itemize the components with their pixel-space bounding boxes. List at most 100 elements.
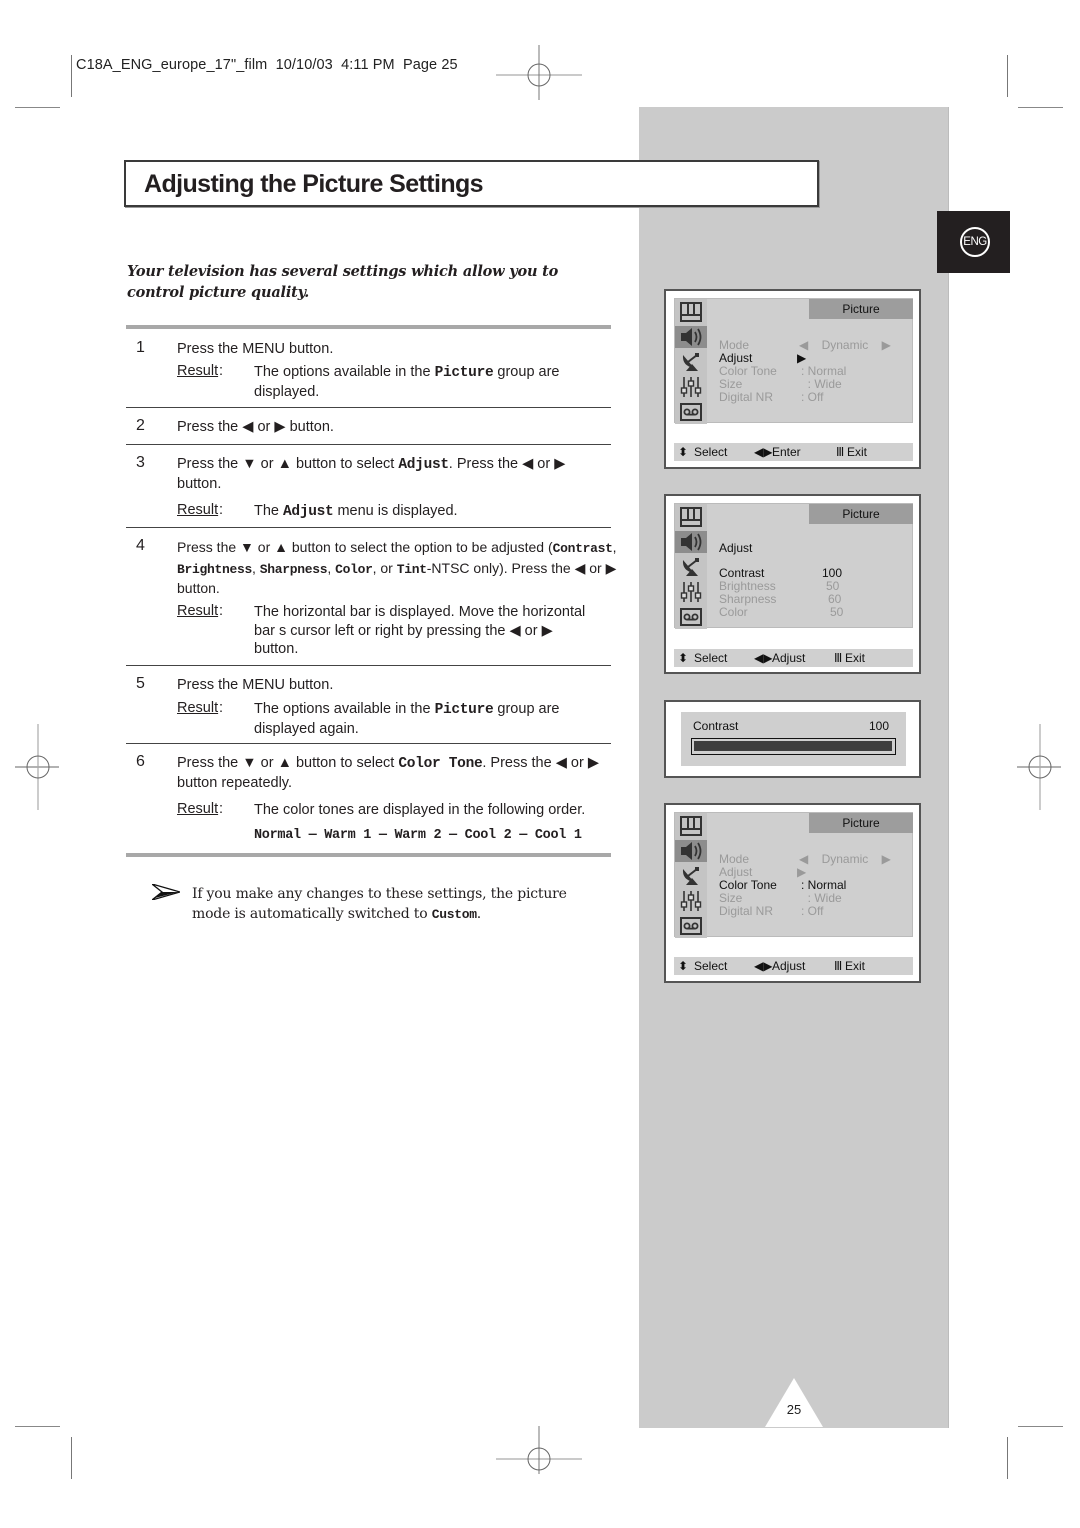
sound-icon — [675, 531, 707, 553]
osd-panel: Picture Mode ◀ Dynamic ▶ Adjust ▶ Color … — [674, 298, 913, 424]
up-arrow-icon: ▲ — [277, 755, 292, 771]
osd-footer-select: Select — [694, 445, 728, 459]
step-number: 6 — [136, 753, 145, 770]
setup-icon — [678, 376, 704, 398]
step-result: The color tones are displayed in the fol… — [254, 802, 586, 818]
crop-mark — [1007, 1437, 1008, 1479]
page-number: 25 — [786, 1402, 802, 1417]
channel-icon — [678, 865, 704, 887]
osd-tab-picture: Picture — [809, 299, 913, 319]
setup-icon — [678, 581, 704, 603]
osd-icon-column — [675, 299, 707, 424]
page-title: Adjusting the Picture Settings — [144, 170, 484, 198]
picture-icon — [678, 301, 704, 323]
osd-footer: ⬍ Select ◀▶ Adjust Ⅲ Exit — [674, 957, 913, 975]
right-arrow-icon: ▶ — [587, 755, 599, 771]
menu-icon: Ⅲ — [834, 959, 843, 973]
osd-icon-column — [675, 504, 707, 629]
osd-bar-panel: Contrast 100 — [681, 712, 906, 766]
crop-mark — [15, 107, 60, 108]
crop-mark — [71, 1437, 72, 1479]
osd-contrast-bar: Contrast 100 — [664, 700, 921, 778]
language-badge: ENG — [937, 211, 1010, 273]
osd-screen-main-menu: Picture Mode ◀ Dynamic ▶ Adjust ▶ Color … — [664, 289, 921, 469]
osd-item-mode-value: ◀ Dynamic ▶ — [799, 338, 891, 352]
input-icon — [678, 915, 704, 937]
input-icon — [678, 401, 704, 423]
right-arrow-icon: ▶ — [541, 622, 553, 639]
osd-screen-adjust-menu: Picture Adjust Contrast 100 Brightness 5… — [664, 494, 921, 674]
osd-tab-picture: Picture — [809, 504, 913, 524]
leftright-arrow-icon: ◀▶ — [754, 651, 773, 665]
osd-footer-select: Select — [694, 651, 728, 665]
up-arrow-icon: ▲ — [274, 539, 288, 555]
step-instruction: Press the ▼ or ▲ button to select Color … — [177, 755, 599, 791]
step-result: The options available in the Picture gro… — [254, 701, 560, 737]
contrast-slider[interactable] — [691, 738, 896, 755]
language-label: ENG — [960, 227, 990, 257]
crop-mark — [1018, 1426, 1063, 1427]
step-instruction: Press the ▼ or ▲ button to select Adjust… — [177, 456, 566, 492]
step-result: The options available in the Picture gro… — [254, 364, 560, 400]
result-label: Result — [177, 801, 219, 817]
down-arrow-icon: ▼ — [242, 456, 257, 472]
up-arrow-icon: ▲ — [277, 456, 292, 472]
right-arrow-icon: ▶ — [605, 559, 617, 576]
osd-footer-select: Select — [694, 959, 728, 973]
print-slug: C18A_ENG_europe_17"_film 10/10/03 4:11 P… — [76, 57, 458, 73]
osd-footer-exit: Exit — [847, 445, 868, 459]
crop-mark — [71, 55, 72, 97]
osd-item-digital-nr: Digital NR — [719, 390, 774, 404]
osd-item-digital-nr: Digital NR — [719, 904, 774, 918]
down-arrow-icon: ▼ — [240, 539, 254, 555]
step-number: 5 — [136, 675, 145, 692]
osd-footer-action: Adjust — [772, 651, 806, 665]
left-arrow-icon: ◀ — [242, 419, 254, 435]
step-number: 3 — [136, 454, 145, 471]
osd-footer-action: Adjust — [772, 959, 806, 973]
sound-icon — [675, 840, 707, 862]
channel-icon — [678, 351, 704, 373]
osd-item-color: Color — [719, 605, 748, 619]
result-label: Result — [177, 363, 219, 379]
step-number: 1 — [136, 339, 145, 356]
result-label: Result — [177, 603, 219, 619]
leftright-arrow-icon: ◀▶ — [754, 445, 773, 459]
osd-footer: ⬍ Select ◀▶ Enter Ⅲ Exit — [674, 443, 913, 461]
registration-mark — [1017, 724, 1061, 810]
step-result: The Adjust menu is displayed. — [254, 503, 458, 520]
left-arrow-icon: ◀ — [574, 559, 586, 576]
note-arrow-icon — [152, 884, 180, 900]
left-arrow-icon: ◀ — [555, 755, 567, 771]
updown-arrow-icon: ⬍ — [678, 959, 689, 973]
crop-mark — [15, 1426, 60, 1427]
osd-heading-adjust: Adjust — [719, 541, 753, 555]
osd-panel: Picture Mode ◀ Dynamic ▶ Adjust ▶ Color … — [674, 812, 913, 938]
divider — [126, 853, 611, 857]
step-instruction: Press the ▼ or ▲ button to select the op… — [177, 539, 617, 596]
registration-mark — [15, 724, 59, 810]
result-label: Result — [177, 700, 219, 716]
step-instruction: Press the ◀ or ▶ button. — [177, 419, 334, 435]
step-instruction: Press the MENU button. — [177, 677, 334, 693]
osd-screen-color-tone: Picture Mode ◀ Dynamic ▶ Adjust ▶ Color … — [664, 803, 921, 983]
divider — [126, 407, 611, 408]
right-arrow-icon: ▶ — [554, 456, 566, 472]
intro-text: Your television has several settings whi… — [127, 263, 559, 301]
leftright-arrow-icon: ◀▶ — [754, 959, 773, 973]
picture-icon — [678, 815, 704, 837]
note-text: If you make any changes to these setting… — [192, 886, 567, 922]
step-result: The horizontal bar is displayed. Move th… — [254, 604, 586, 657]
osd-icon-column — [675, 813, 707, 938]
osd-footer-exit: Exit — [845, 651, 866, 665]
crop-mark — [1007, 55, 1008, 97]
down-arrow-icon: ▼ — [242, 755, 257, 771]
divider — [126, 325, 611, 329]
left-arrow-icon: ◀ — [522, 456, 534, 472]
osd-bar-label: Contrast — [693, 719, 739, 733]
osd-footer-exit: Exit — [845, 959, 866, 973]
result-label: Result — [177, 502, 219, 518]
divider — [126, 527, 611, 528]
contrast-slider-fill — [694, 741, 892, 751]
right-arrow-icon: ▶ — [274, 419, 286, 435]
